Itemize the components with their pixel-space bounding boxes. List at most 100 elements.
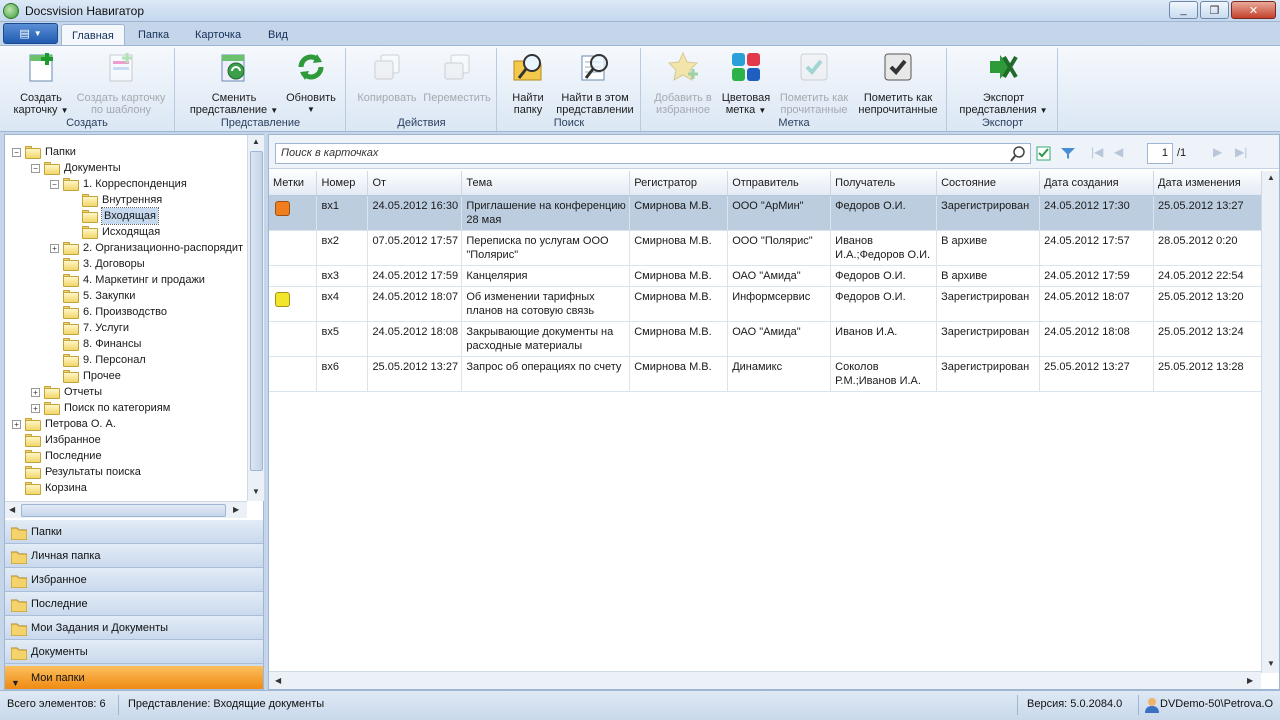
find-folder-button[interactable]: Найти папку [504, 51, 552, 116]
tree-node[interactable]: 7. Услуги [5, 320, 247, 336]
create-from-template-button[interactable]: Создать карточку по шаблону [75, 51, 167, 116]
collapse-icon[interactable]: − [12, 147, 21, 157]
collapse-icon[interactable]: − [31, 163, 40, 173]
table-row[interactable]: вх5 24.05.2012 18:08 Закрывающие документы… [269, 321, 1267, 357]
tree-node[interactable]: + Петрова О. А. [5, 416, 247, 432]
nav-item[interactable]: Последние [5, 592, 263, 616]
first-page-icon[interactable]: |◀ [1091, 145, 1103, 159]
nav-item[interactable]: Папки [5, 520, 263, 544]
column-header[interactable]: Метки [269, 171, 318, 196]
column-header[interactable]: От [367, 171, 463, 196]
search-input[interactable]: Поиск в карточках [275, 143, 1031, 164]
maximize-button[interactable]: ❐ [1200, 1, 1229, 19]
expand-icon[interactable]: + [31, 403, 40, 413]
tree-node[interactable]: Внутренняя [5, 192, 247, 208]
tree-node[interactable]: Прочее [5, 368, 247, 384]
move-button[interactable]: Переместить [421, 51, 493, 104]
add-to-favorites-button[interactable]: Добавить в избранное [648, 51, 718, 116]
tree-horizontal-scrollbar[interactable]: ◀ ▶ [5, 501, 247, 518]
expand-icon[interactable]: + [50, 243, 59, 253]
find-in-view-button[interactable]: Найти в этом представлении [554, 51, 636, 116]
tab-card[interactable]: Карточка [185, 24, 251, 46]
grid-vertical-scrollbar[interactable]: ▲ ▼ [1261, 171, 1279, 673]
tree-node[interactable]: 4. Маркетинг и продажи [5, 272, 247, 288]
column-header[interactable]: Состояние [936, 171, 1041, 196]
grid-scroll-up-icon[interactable]: ▲ [1267, 173, 1275, 182]
tree-node[interactable]: +2. Организационно-распорядит [5, 240, 247, 256]
nav-item-label: Мои папки [31, 672, 85, 684]
nav-item[interactable]: Документы [5, 640, 263, 664]
column-header[interactable]: Дата создания [1039, 171, 1155, 196]
change-view-button[interactable]: Сменить представление ▼ [184, 51, 284, 117]
scroll-left-icon[interactable]: ◀ [9, 505, 15, 514]
tree-vertical-scrollbar[interactable]: ▲ ▼ [247, 135, 264, 501]
mark-as-unread-button[interactable]: Пометить как непрочитанные [854, 51, 942, 116]
table-row[interactable]: вх6 25.05.2012 13:27 Запрос об операциях п… [269, 356, 1267, 392]
table-row[interactable]: вх4 24.05.2012 18:07 Об изменении тарифных… [269, 286, 1267, 322]
checklist-icon[interactable] [1036, 146, 1051, 161]
column-header[interactable]: Регистратор [629, 171, 729, 196]
column-header[interactable]: Дата изменения [1153, 171, 1267, 196]
scroll-down-icon[interactable]: ▼ [252, 487, 260, 496]
table-row[interactable]: вх3 24.05.2012 17:59 Канцелярия Смирнова М.… [269, 265, 1267, 287]
tree-hscroll-thumb[interactable] [21, 504, 226, 517]
tree-node[interactable]: − Папки [5, 144, 247, 160]
table-row[interactable]: вх1 24.05.2012 16:30 Приглашение на конфер… [269, 195, 1267, 231]
tree-node[interactable]: 5. Закупки [5, 288, 247, 304]
tree-node[interactable]: Корзина [5, 480, 247, 496]
prev-page-icon[interactable]: ◀ [1114, 145, 1123, 159]
column-header[interactable]: Получатель [830, 171, 938, 196]
tree-node[interactable]: 9. Персонал [5, 352, 247, 368]
template-card-icon [109, 53, 133, 82]
scroll-up-icon[interactable]: ▲ [252, 137, 260, 146]
refresh-button[interactable]: Обновить ▼ [281, 51, 341, 116]
expand-icon[interactable]: + [12, 419, 21, 429]
nav-item[interactable]: Избранное [5, 568, 263, 592]
nav-item[interactable]: ▼ Мои папки [5, 666, 263, 690]
tab-view[interactable]: Вид [258, 24, 298, 46]
tree-node[interactable]: Последние [5, 448, 247, 464]
tree-node[interactable]: 3. Договоры [5, 256, 247, 272]
page-number-input[interactable]: 1 [1147, 143, 1173, 164]
create-card-button[interactable]: Создать карточку ▼ [10, 51, 72, 117]
expand-icon[interactable]: + [31, 387, 40, 397]
last-page-icon[interactable]: ▶| [1235, 145, 1247, 159]
tree-node-label: Прочее [83, 370, 121, 382]
tree-node[interactable]: − 1. Корреспонденция [5, 176, 247, 192]
column-header[interactable]: Тема [461, 171, 631, 196]
search-icon[interactable] [1010, 146, 1026, 162]
app-menu-button[interactable]: ▤ ▼ [3, 23, 58, 44]
column-header[interactable]: Номер [316, 171, 369, 196]
tree-node[interactable]: Избранное [5, 432, 247, 448]
tree-node[interactable]: 8. Финансы [5, 336, 247, 352]
export-view-button[interactable]: Экспорт представления ▼ [956, 51, 1051, 117]
table-row[interactable]: вх2 07.05.2012 17:57 Переписка по услугам … [269, 230, 1267, 266]
mark-as-read-button[interactable]: Пометить как прочитанные [774, 51, 854, 116]
color-mark-icon [275, 291, 290, 307]
close-button[interactable]: ✕ [1231, 1, 1276, 19]
tree-node[interactable]: 6. Производство [5, 304, 247, 320]
tree-node[interactable]: Результаты поиска [5, 464, 247, 480]
grid-horizontal-scrollbar[interactable]: ◀ ▶ [269, 671, 1261, 689]
color-mark-button[interactable]: Цветовая метка ▼ [718, 51, 774, 117]
tree-node[interactable]: Исходящая [5, 224, 247, 240]
collapse-icon[interactable]: − [50, 179, 59, 189]
nav-item[interactable]: Личная папка [5, 544, 263, 568]
grid-scroll-right-icon[interactable]: ▶ [1247, 676, 1253, 685]
tree-node[interactable]: Входящая [5, 207, 247, 225]
grid-scroll-down-icon[interactable]: ▼ [1267, 659, 1275, 668]
minimize-button[interactable]: _ [1169, 1, 1198, 19]
filter-icon[interactable] [1061, 148, 1075, 159]
tab-home[interactable]: Главная [61, 24, 125, 46]
tree-node[interactable]: − Документы [5, 160, 247, 176]
tree-scroll-thumb[interactable] [250, 151, 263, 471]
copy-button[interactable]: Копировать [355, 51, 419, 104]
tree-node[interactable]: + Отчеты [5, 384, 247, 400]
tree-node[interactable]: + Поиск по категориям [5, 400, 247, 416]
next-page-icon[interactable]: ▶ [1213, 145, 1222, 159]
tab-folder[interactable]: Папка [128, 24, 179, 46]
column-header[interactable]: Отправитель [727, 171, 832, 196]
nav-item[interactable]: Мои Задания и Документы [5, 616, 263, 640]
scroll-right-icon[interactable]: ▶ [233, 505, 239, 514]
grid-scroll-left-icon[interactable]: ◀ [275, 676, 281, 685]
